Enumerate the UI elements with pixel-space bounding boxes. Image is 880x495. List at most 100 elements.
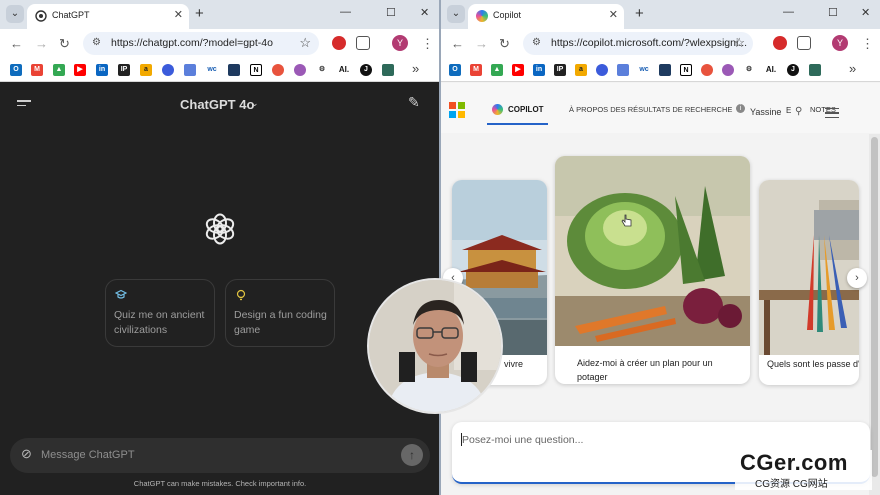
maximize-icon[interactable]: ☐ <box>828 6 838 19</box>
forward-icon[interactable]: → <box>35 36 48 51</box>
bookmark-site-icon[interactable] <box>809 64 821 76</box>
close-tab-icon[interactable]: ✕ <box>609 8 618 21</box>
bookmark-amazon-icon[interactable]: a <box>575 64 587 76</box>
model-selector[interactable]: ChatGPT 4o <box>180 97 254 112</box>
bookmark-gmail-icon[interactable]: M <box>470 64 482 76</box>
extension-icon[interactable] <box>773 36 787 50</box>
reload-icon[interactable]: ↻ <box>59 36 70 52</box>
microsoft-logo-icon[interactable] <box>449 102 465 118</box>
profile-avatar[interactable]: Y <box>392 35 408 51</box>
close-window-icon[interactable]: ✕ <box>420 6 429 19</box>
bookmark-site-icon[interactable] <box>722 64 734 76</box>
browser-menu-icon[interactable]: ⋮ <box>421 36 434 52</box>
tab-search-button[interactable]: ⌄ <box>6 5 24 23</box>
person-icon[interactable]: ⚲ <box>795 106 802 117</box>
minimize-icon[interactable]: — <box>783 6 794 18</box>
bookmark-site-icon[interactable] <box>596 64 608 76</box>
page-scrollbar[interactable] <box>869 134 880 495</box>
chevron-down-icon[interactable]: ⌄ <box>251 98 259 109</box>
bookmark-youtube-icon[interactable]: ▶ <box>74 64 86 76</box>
extensions-puzzle-icon[interactable] <box>356 36 370 50</box>
tab-chatgpt[interactable]: ChatGPT ✕ <box>27 4 189 29</box>
new-tab-icon[interactable]: + <box>635 5 644 22</box>
bookmark-j-icon[interactable]: J <box>787 64 799 76</box>
site-info-icon[interactable]: ⚙ <box>92 37 101 48</box>
site-info-icon[interactable]: ⚙ <box>532 37 541 48</box>
bookmark-site-icon[interactable] <box>272 64 284 76</box>
suggestion-text: Quiz me on ancient civilizations <box>114 309 205 336</box>
profile-avatar[interactable]: Y <box>832 35 848 51</box>
bookmark-outlook-icon[interactable]: O <box>449 64 461 76</box>
back-icon[interactable]: ← <box>10 36 23 51</box>
nav-e[interactable]: E <box>786 106 791 115</box>
bookmark-ip-icon[interactable]: IP <box>118 64 130 76</box>
bookmark-linkedin-icon[interactable]: in <box>96 64 108 76</box>
bookmark-notion-icon[interactable]: N <box>250 64 262 76</box>
bookmarks-overflow-icon[interactable]: » <box>849 61 856 76</box>
bookmark-star-icon[interactable]: ☆ <box>299 35 311 51</box>
card-image-vegetables <box>555 156 750 346</box>
bookmark-youtube-icon[interactable]: ▶ <box>512 64 524 76</box>
maximize-icon[interactable]: ☐ <box>386 6 396 19</box>
tab-search-button[interactable]: ⌄ <box>447 5 465 23</box>
openai-logo-icon <box>205 213 235 245</box>
new-tab-icon[interactable]: + <box>195 5 204 22</box>
info-icon[interactable]: i <box>736 104 745 113</box>
bookmark-wc-icon[interactable]: wc <box>638 64 650 76</box>
bookmark-openai-icon[interactable]: ⚙ <box>743 64 755 76</box>
bookmark-amazon-icon[interactable]: a <box>140 64 152 76</box>
extensions-puzzle-icon[interactable] <box>797 36 811 50</box>
bookmark-ai-icon[interactable]: AI. <box>765 64 777 76</box>
bookmark-site-icon[interactable] <box>294 64 306 76</box>
prompt-card-right[interactable]: Quels sont les passe d'intérieur faciles… <box>759 180 859 385</box>
scrollbar-thumb[interactable] <box>871 137 878 477</box>
forward-icon[interactable]: → <box>475 36 488 51</box>
sidebar-toggle-icon[interactable] <box>17 100 31 110</box>
bookmark-site-icon[interactable] <box>228 64 240 76</box>
address-bar[interactable]: ⚙ https://copilot.microsoft.com/?wlexpsi… <box>523 32 753 55</box>
bookmark-drive-icon[interactable]: ▲ <box>491 64 503 76</box>
hamburger-menu-icon[interactable] <box>825 108 839 118</box>
new-chat-icon[interactable]: ✎ <box>408 94 420 111</box>
minimize-icon[interactable]: — <box>340 6 351 18</box>
nav-about-results[interactable]: À PROPOS DES RÉSULTATS DE RECHERCHE <box>569 105 732 114</box>
bookmark-ai-icon[interactable]: AI. <box>338 64 350 76</box>
suggestion-card-quiz[interactable]: Quiz me on ancient civilizations <box>105 279 215 347</box>
back-icon[interactable]: ← <box>451 36 464 51</box>
bookmark-notion-icon[interactable]: N <box>680 64 692 76</box>
question-placeholder[interactable]: Posez-moi une question... <box>462 434 583 446</box>
close-window-icon[interactable]: ✕ <box>861 6 870 19</box>
suggestion-card-coding[interactable]: Design a fun coding game <box>225 279 335 347</box>
bookmark-star-icon[interactable]: ☆ <box>733 35 745 51</box>
bookmark-outlook-icon[interactable]: O <box>10 64 22 76</box>
bookmark-ip-icon[interactable]: IP <box>554 64 566 76</box>
message-input[interactable]: Message ChatGPT <box>41 449 135 461</box>
bookmark-site-icon[interactable] <box>617 64 629 76</box>
message-composer[interactable]: ⊘ Message ChatGPT ↑ <box>10 438 430 473</box>
bookmark-drive-icon[interactable]: ▲ <box>53 64 65 76</box>
bookmark-site-icon[interactable] <box>382 64 394 76</box>
bookmark-wc-icon[interactable]: wc <box>206 64 218 76</box>
tab-copilot-nav[interactable]: COPILOT <box>508 105 544 114</box>
address-bar[interactable]: ⚙ https://chatgpt.com/?model=gpt-4o ☆ <box>83 32 319 55</box>
reload-icon[interactable]: ↻ <box>499 36 510 52</box>
send-arrow-icon[interactable]: ↑ <box>401 444 423 466</box>
extension-icon[interactable] <box>332 36 346 50</box>
close-tab-icon[interactable]: ✕ <box>174 8 183 21</box>
bookmark-site-icon[interactable] <box>162 64 174 76</box>
bookmark-j-icon[interactable]: J <box>360 64 372 76</box>
bookmark-site-icon[interactable] <box>701 64 713 76</box>
bookmark-site-icon[interactable] <box>659 64 671 76</box>
copilot-header: COPILOT À PROPOS DES RÉSULTATS DE RECHER… <box>441 83 880 133</box>
bookmark-openai-icon[interactable]: ⚙ <box>316 64 328 76</box>
bookmark-linkedin-icon[interactable]: in <box>533 64 545 76</box>
user-name[interactable]: Yassine <box>750 107 781 117</box>
prompt-card-potager[interactable]: Aidez-moi à créer un plan pour un potage… <box>555 156 750 384</box>
browser-menu-icon[interactable]: ⋮ <box>861 36 874 52</box>
bookmark-gmail-icon[interactable]: M <box>31 64 43 76</box>
carousel-next-icon[interactable]: › <box>847 268 867 288</box>
tab-copilot[interactable]: Copilot ✕ <box>468 4 624 29</box>
bookmark-site-icon[interactable] <box>184 64 196 76</box>
bookmarks-overflow-icon[interactable]: » <box>412 61 419 76</box>
attach-paperclip-icon[interactable]: ⊘ <box>21 446 32 462</box>
